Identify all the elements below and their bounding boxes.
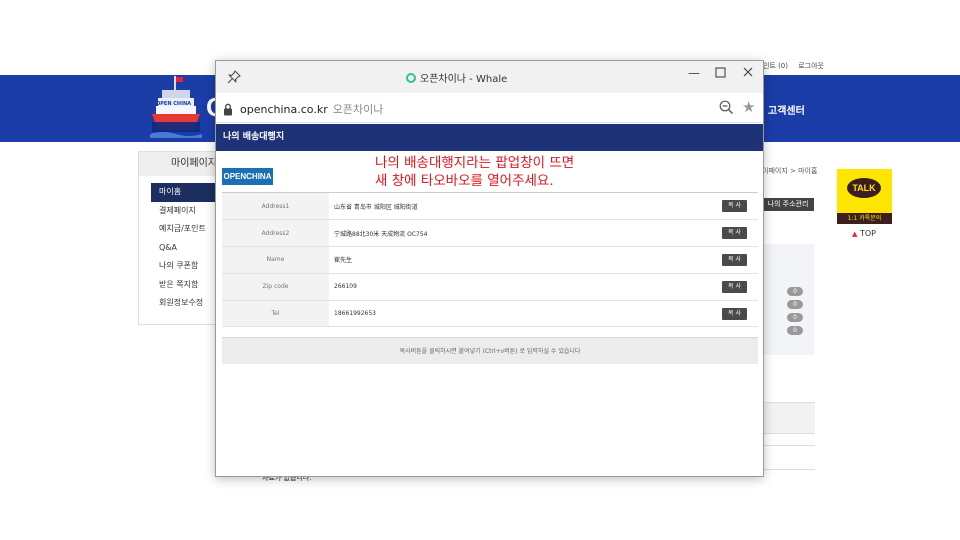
table-row: Tel 18661992653 복 사 xyxy=(222,300,758,328)
annotation-line: 새 창에 타오바오를 열어주세요. xyxy=(375,173,554,189)
copy-name-button[interactable]: 복 사 xyxy=(722,253,747,266)
copy-help-text: 복사버튼을 클릭하시면 붙여넣기 (Ctrl+v버튼) 로 입력하실 수 있습니… xyxy=(222,337,758,364)
count-badge: 0 xyxy=(787,313,803,322)
popup-browser-window: 오픈차이나 - Whale — openchina.co.kr 오픈차이나 ★ 나… xyxy=(215,60,764,477)
sidebar-item-qna[interactable]: Q&A xyxy=(139,239,215,258)
pin-icon[interactable] xyxy=(226,69,242,85)
arrow-up-icon: ▲ xyxy=(852,230,858,238)
shipping-address-table: Address1 山东省 青岛市 城阳区 城阳街道 복 사 Address2 宁… xyxy=(222,193,758,328)
count-badge: 0 xyxy=(787,300,803,309)
url-domain: openchina.co.kr xyxy=(240,103,328,116)
popup-header-title: 나의 배송대행지 xyxy=(216,124,763,151)
address2-value: 宁城路88北30米 天成物流 OC754 xyxy=(329,219,722,248)
sidebar-item-myhome[interactable]: 마이홈 xyxy=(151,183,215,202)
top-button-label: TOP xyxy=(859,229,876,238)
window-title-text: 오픈차이나 - Whale xyxy=(420,74,508,85)
sidebar-item-payment[interactable]: 결제페이지 xyxy=(139,202,215,221)
scroll-top-button[interactable]: ▲ TOP xyxy=(852,229,876,238)
table-row: Zip code 266109 복 사 xyxy=(222,273,758,301)
zipcode-label: Zip code xyxy=(222,273,329,301)
window-title: 오픈차이나 - Whale xyxy=(406,70,507,85)
customer-center-menu[interactable]: 고객센터 xyxy=(768,102,805,117)
instruction-annotation: 나의 배송대행지라는 팝업창이 뜨면 새 창에 타오바오를 열어주세요. xyxy=(375,154,574,190)
url-display[interactable]: openchina.co.kr 오픈차이나 xyxy=(240,101,383,117)
lock-icon xyxy=(223,101,233,116)
annotation-line: 나의 배송대행지라는 팝업창이 뜨면 xyxy=(375,155,575,171)
copy-address2-button[interactable]: 복 사 xyxy=(722,227,747,240)
minimize-button[interactable]: — xyxy=(686,65,702,81)
table-row xyxy=(762,445,815,470)
name-label: Name xyxy=(222,246,329,274)
maximize-button[interactable] xyxy=(712,65,728,81)
count-badge: 0 xyxy=(787,287,803,296)
mypage-sidebar: 마이페이지 마이홈 결제페이지 예치금/포인트 Q&A 나의 쿠폰함 받은 쪽지… xyxy=(138,151,217,325)
openchina-logo: OPENCHINA xyxy=(222,168,273,185)
close-icon xyxy=(743,67,753,77)
ship-logo-text: OPEN CHINA xyxy=(156,101,192,107)
tel-value: 18661992653 xyxy=(329,300,722,328)
address2-label: Address2 xyxy=(222,219,329,248)
top-link-logout[interactable]: 로그아웃 xyxy=(798,62,824,70)
copy-address1-button[interactable]: 복 사 xyxy=(722,200,747,213)
address1-label: Address1 xyxy=(222,193,329,221)
tel-label: Tel xyxy=(222,300,329,328)
address-manage-button[interactable]: 나의 주소관리 xyxy=(762,198,814,211)
close-button[interactable] xyxy=(740,65,756,81)
table-header-row xyxy=(762,402,815,434)
breadcrumb: 이페이지 > 마이홈 xyxy=(762,167,818,175)
loading-circle-icon xyxy=(406,73,416,83)
talk-bubble-icon: TALK xyxy=(847,178,881,198)
maximize-icon xyxy=(715,67,726,78)
address-bar[interactable]: openchina.co.kr 오픈차이나 ★ xyxy=(216,93,763,123)
url-site-name: 오픈차이나 xyxy=(332,103,384,116)
sidebar-item-messages[interactable]: 받은 쪽지함 xyxy=(139,276,215,295)
bookmark-star-icon[interactable]: ★ xyxy=(742,99,755,115)
talk-sub-label: 1:1 카톡문의 xyxy=(837,213,892,224)
kakao-talk-button[interactable]: TALK 1:1 카톡문의 xyxy=(837,169,892,224)
sidebar-item-coupons[interactable]: 나의 쿠폰함 xyxy=(139,257,215,276)
table-row: Address2 宁城路88北30米 天成物流 OC754 복 사 xyxy=(222,219,758,248)
zoom-out-icon[interactable] xyxy=(719,100,734,115)
table-row: Name 崔先生 복 사 xyxy=(222,246,758,274)
sidebar-title: 마이페이지 xyxy=(139,152,217,176)
ship-logo-icon[interactable]: OPEN CHINA xyxy=(150,76,202,138)
address1-value: 山东省 青岛市 城阳区 城阳街道 xyxy=(329,193,722,221)
summary-panel xyxy=(762,244,814,355)
table-row: Address1 山东省 青岛市 城阳区 城阳街道 복 사 xyxy=(222,193,758,221)
popup-content: 나의 배송대행지 OPENCHINA 나의 배송대행지라는 팝업창이 뜨면 새 … xyxy=(216,124,763,476)
copy-tel-button[interactable]: 복 사 xyxy=(722,307,747,320)
zipcode-value: 266109 xyxy=(329,273,722,301)
copy-zipcode-button[interactable]: 복 사 xyxy=(722,280,747,293)
window-titlebar[interactable]: 오픈차이나 - Whale — xyxy=(216,61,763,93)
sidebar-item-deposit-points[interactable]: 예치금/포인트 xyxy=(139,220,215,239)
name-value: 崔先生 xyxy=(329,246,722,274)
sidebar-item-edit-profile[interactable]: 회원정보수정 xyxy=(139,294,215,313)
count-badge: 0 xyxy=(787,326,803,335)
